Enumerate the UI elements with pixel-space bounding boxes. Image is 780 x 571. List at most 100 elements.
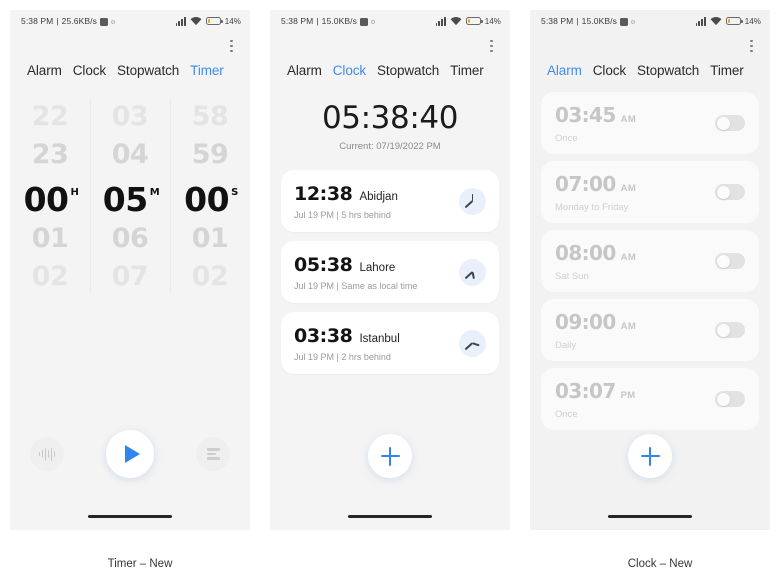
tab-stopwatch[interactable]: Stopwatch [377, 63, 439, 78]
start-timer-button[interactable] [106, 430, 154, 478]
tab-alarm[interactable]: Alarm [287, 63, 322, 78]
world-clock-list: 12:38 Abidjan Jul 19 PM | 5 hrs behind 0… [270, 170, 510, 374]
hours-column[interactable]: 22 23 00 H 01 02 [10, 92, 90, 302]
data-saver-icon [99, 18, 108, 26]
alarm-headline: 07:00 AM [555, 172, 715, 196]
tab-timer[interactable]: Timer [450, 63, 484, 78]
status-small-dot-icon [630, 20, 635, 24]
duration-picker[interactable]: 22 23 00 H 01 02 03 04 05 M 06 07 58 59 … [10, 92, 250, 302]
world-clock-city: Istanbul [359, 332, 400, 345]
seconds-column[interactable]: 58 59 00 S 01 02 [170, 92, 250, 302]
alarm-headline: 09:00 AM [555, 310, 715, 334]
status-bar-timer: 5:38 PM | 25.6KB/s 14% [10, 10, 250, 32]
alarm-toggle[interactable] [715, 253, 745, 269]
screenshot-board: 5:38 PM | 25.6KB/s 14% Alarm Clock Stopw… [0, 0, 780, 571]
alarm-meridiem: AM [620, 320, 637, 332]
world-clock-detail: Jul 19 PM | 2 hrs behind [294, 351, 391, 362]
world-clock-card[interactable]: 12:38 Abidjan Jul 19 PM | 5 hrs behind [281, 170, 499, 232]
alarm-row[interactable]: 07:00 AM Monday to Friday [541, 161, 759, 223]
alarm-repeat: Once [555, 132, 578, 144]
battery-percent: 14% [484, 16, 501, 26]
alarm-time: 07:00 [555, 171, 616, 196]
hours-selected[interactable]: 00 H [24, 174, 79, 220]
hours-option-below1[interactable]: 01 [32, 220, 69, 258]
wifi-icon [710, 16, 722, 26]
overflow-menu-icon[interactable] [747, 37, 756, 56]
tab-clock[interactable]: Clock [333, 63, 366, 78]
world-clock-info: 03:38 Istanbul Jul 19 PM | 2 hrs behind [294, 325, 459, 362]
caption-clock: Clock – New [627, 558, 693, 570]
minutes-option-below1[interactable]: 06 [112, 220, 149, 258]
status-bar-left: 5:38 PM | 15.0KB/s [281, 16, 375, 26]
alarm-time: 08:00 [555, 240, 616, 265]
alarms-phone-panel: 5:38 PM | 15.0KB/s 14% Alarm Clock Stopw… [530, 10, 770, 540]
alarm-row[interactable]: 09:00 AM Daily [541, 299, 759, 361]
world-clock-city: Abidjan [359, 190, 398, 203]
overflow-menu-icon[interactable] [227, 37, 236, 56]
ringtone-button[interactable] [30, 437, 64, 471]
timer-list-button[interactable] [196, 437, 230, 471]
home-indicator [608, 514, 692, 518]
signal-bars-icon [175, 16, 186, 26]
world-clock-detail: Jul 19 PM | Same as local time [294, 280, 418, 291]
overflow-menu-icon[interactable] [487, 37, 496, 56]
hours-option-above2[interactable]: 22 [32, 98, 69, 136]
add-alarm-button[interactable] [628, 434, 672, 478]
seconds-selected[interactable]: 00 S [184, 174, 238, 220]
alarm-row[interactable]: 03:07 PM Once [541, 368, 759, 430]
minutes-option-above1[interactable]: 04 [112, 136, 149, 174]
seconds-option-above1[interactable]: 59 [192, 136, 229, 174]
alarms-screen: 5:38 PM | 15.0KB/s 14% Alarm Clock Stopw… [530, 10, 770, 530]
current-date-label: Current: 07/19/2022 PM [339, 141, 441, 152]
minutes-column[interactable]: 03 04 05 M 06 07 [90, 92, 170, 302]
home-indicator [88, 514, 172, 518]
alarm-toggle[interactable] [715, 115, 745, 131]
home-indicator [348, 514, 432, 518]
alarm-headline: 03:45 AM [555, 103, 715, 127]
alarm-toggle[interactable] [715, 391, 745, 407]
alarm-row[interactable]: 03:45 AM Once [541, 92, 759, 154]
clock-screen: 5:38 PM | 15.0KB/s 14% Alarm Clock Stopw… [270, 10, 510, 530]
tab-timer[interactable]: Timer [190, 63, 224, 78]
battery-percent: 14% [224, 16, 241, 26]
seconds-option-above2[interactable]: 58 [192, 98, 229, 136]
world-clock-headline: 05:38 Lahore [294, 254, 459, 276]
hours-option-below2[interactable]: 02 [32, 258, 69, 296]
tab-alarm[interactable]: Alarm [547, 63, 582, 78]
world-clock-card[interactable]: 05:38 Lahore Jul 19 PM | Same as local t… [281, 241, 499, 303]
add-world-clock-button[interactable] [368, 434, 412, 478]
status-network-speed: 15.0KB/s [581, 16, 617, 26]
alarms-topbar [530, 32, 770, 60]
seconds-option-below2[interactable]: 02 [192, 258, 229, 296]
seconds-option-below1[interactable]: 01 [192, 220, 229, 258]
alarm-toggle[interactable] [715, 322, 745, 338]
tab-clock[interactable]: Clock [73, 63, 106, 78]
seconds-value: 00 [184, 180, 230, 219]
minutes-option-below2[interactable]: 07 [112, 258, 149, 296]
local-clock-display: 05:38:40 Current: 07/19/2022 PM [270, 78, 510, 152]
status-bar-left: 5:38 PM | 15.0KB/s [541, 16, 635, 26]
alarm-row[interactable]: 08:00 AM Sat Sun [541, 230, 759, 292]
tab-timer[interactable]: Timer [710, 63, 744, 78]
signal-bars-icon [695, 16, 706, 26]
tab-bar-alarms: Alarm Clock Stopwatch Timer [530, 60, 770, 78]
world-clock-time: 03:38 [294, 324, 353, 347]
tab-stopwatch[interactable]: Stopwatch [637, 63, 699, 78]
tab-clock[interactable]: Clock [593, 63, 626, 78]
tab-alarm[interactable]: Alarm [27, 63, 62, 78]
world-clock-card[interactable]: 03:38 Istanbul Jul 19 PM | 2 hrs behind [281, 312, 499, 374]
world-clock-time: 12:38 [294, 182, 353, 205]
minutes-unit: M [149, 187, 160, 198]
status-separator: | [56, 16, 59, 26]
alarm-toggle[interactable] [715, 184, 745, 200]
hours-option-above1[interactable]: 23 [32, 136, 69, 174]
hours-unit: H [70, 187, 79, 198]
minutes-option-above2[interactable]: 03 [112, 98, 149, 136]
status-bar-alarms: 5:38 PM | 15.0KB/s 14% [530, 10, 770, 32]
status-separator: | [576, 16, 579, 26]
alarm-info: 09:00 AM Daily [555, 310, 715, 351]
tab-stopwatch[interactable]: Stopwatch [117, 63, 179, 78]
minutes-selected[interactable]: 05 M [103, 174, 160, 220]
alarm-repeat: Monday to Friday [555, 201, 629, 213]
world-clock-headline: 12:38 Abidjan [294, 183, 459, 205]
